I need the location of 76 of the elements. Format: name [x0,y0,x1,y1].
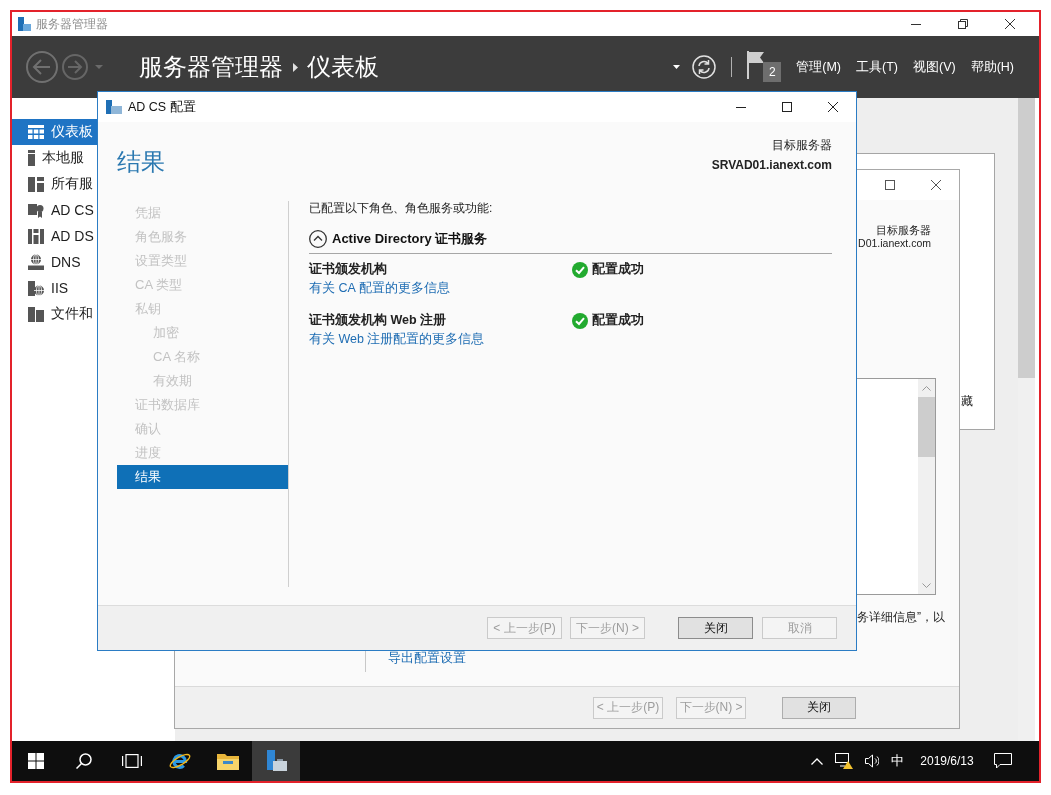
status-text: 配置成功 [592,312,644,329]
dashboard-grid-icon [28,125,44,139]
role-name: 证书颁发机构 Web 注册 [309,312,447,329]
windows-logo-icon [28,753,44,769]
sidebar-label: DNS [51,254,81,270]
breadcrumb-root[interactable]: 服务器管理器 [139,51,283,83]
panel-text: 藏 [961,393,973,410]
close-icon [931,180,941,190]
restore-icon [957,19,968,29]
dropdown-caret-icon[interactable] [673,65,681,69]
dialog-title: AD CS 配置 [128,98,196,116]
menu-item[interactable]: 视图(V) [912,58,956,76]
breadcrumb-current: 仪表板 [307,52,379,82]
network-warning-icon[interactable] [835,753,853,769]
sidebar-label: 本地服 [42,149,84,167]
folder-icon [217,752,239,770]
server-manager-icon [18,17,31,31]
sidebar-label: 仪表板 [51,123,93,141]
scrollbar-thumb[interactable] [918,397,935,457]
building-icon [28,228,44,244]
intro-text: 已配置以下角色、角色服务或功能: [309,201,493,215]
chevron-up-icon[interactable] [811,757,823,765]
notification-center-icon[interactable] [994,753,1012,769]
maximize-icon [885,180,895,190]
maximize-icon [782,102,792,112]
target-server-name: SRVAD01.ianext.com [711,157,832,174]
task-view-icon [122,754,142,768]
window-title: 服务器管理器 [36,15,108,33]
server-globe-icon [28,280,44,296]
taskbar-app-button[interactable] [252,741,300,781]
wizard-step[interactable]: 结果 [117,465,288,489]
refresh-icon[interactable] [692,55,717,79]
breadcrumb-separator-icon [293,62,298,72]
sidebar-label: IIS [51,280,69,296]
export-settings-link[interactable]: 导出配置设置 [388,649,466,667]
sidebar-label: 所有服 [51,175,93,193]
input-method-indicator[interactable]: 中 [885,752,909,770]
wizard-button[interactable]: 关闭 [678,617,753,639]
server-manager-icon [106,100,122,114]
sidebar-label: 文件和 [51,305,93,323]
close-icon [828,102,838,112]
more-info-link[interactable]: 有关 Web 注册配置的更多信息 [309,331,485,347]
servers-icon [28,176,44,192]
globe-server-icon [28,254,44,270]
target-server-label: 目标服务器 [772,137,832,154]
flag-icon [747,51,766,79]
description-text: 务详细信息”，以 [857,610,945,624]
menu-item[interactable]: 工具(T) [856,58,898,76]
page-heading: 结果 [117,147,165,177]
minimize-icon [736,106,746,108]
server-toolbox-icon [265,750,287,772]
certificate-icon [28,202,44,218]
notifications-button[interactable]: 2 [747,51,782,83]
sidebar-label: AD DS [51,228,94,244]
minimize-icon [910,23,921,25]
role-name: 证书颁发机构 [309,261,387,278]
notification-count-badge: 2 [763,62,782,82]
clock-date[interactable]: 2019/6/13 [909,754,985,768]
status-text: 配置成功 [592,261,644,278]
target-server-name: D01.ianext.com [858,237,931,250]
file-storage-icon [28,306,44,322]
scrollbar-thumb[interactable] [1018,98,1035,378]
collapse-chevron-icon[interactable] [309,230,327,248]
group-title: Active Directory 证书服务 [332,230,488,248]
server-icon [28,150,35,166]
sidebar-label: AD CS [51,202,94,218]
scrollbar[interactable] [918,379,935,594]
menu-item[interactable]: 帮助(H) [970,58,1014,76]
more-info-link[interactable]: 有关 CA 配置的更多信息 [309,280,450,296]
scrollbar[interactable] [1018,98,1035,741]
close-icon [1004,19,1015,29]
target-server-label: 目标服务器 [876,224,931,237]
speaker-icon[interactable] [865,754,879,768]
menu-item[interactable]: 管理(M) [796,58,841,76]
search-icon [76,753,92,769]
wizard-button[interactable]: 关闭 [782,696,856,719]
